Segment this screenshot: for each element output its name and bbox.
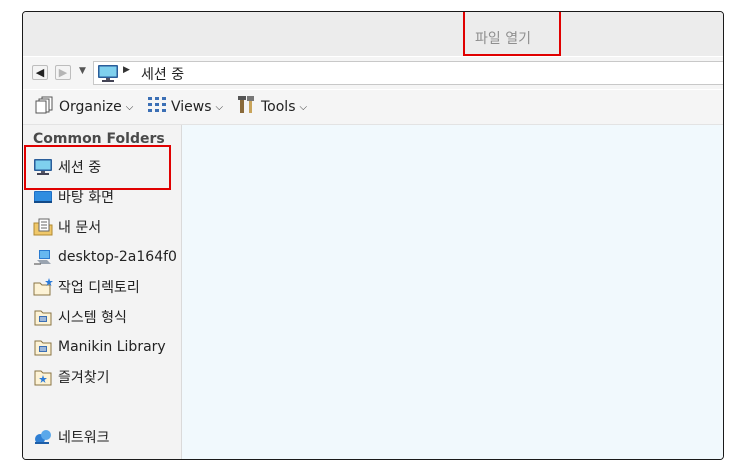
- sidebar-item-desktop[interactable]: 바탕 화면: [33, 186, 114, 208]
- sidebar-item-network[interactable]: 네트워크: [33, 426, 110, 448]
- organize-button[interactable]: Organize ⌵: [35, 96, 133, 118]
- views-icon: [147, 96, 167, 118]
- sidebar-item-label: 즐겨찾기: [58, 370, 110, 386]
- sidebar-item-working-directory[interactable]: 작업 디렉토리: [33, 276, 140, 298]
- monitor-icon: [33, 158, 53, 176]
- sidebar-item-label: 작업 디렉토리: [58, 280, 140, 296]
- path-separator-icon: ▶: [123, 65, 130, 75]
- file-open-dialog: 파일 열기 ◀ ▶ ▼ ▶ 세션 중 Organize ⌵ Views ⌵ To…: [22, 11, 724, 460]
- sidebar-item-manikin-library[interactable]: Manikin Library: [33, 336, 166, 358]
- chevron-down-icon: ⌵: [299, 101, 308, 113]
- sidebar-item-label: 시스템 형식: [58, 310, 127, 326]
- sidebar-item-session[interactable]: 세션 중: [33, 156, 101, 178]
- window-title: 파일 열기: [475, 31, 531, 47]
- sidebar-item-label: desktop-2a164f0: [58, 249, 177, 265]
- sidebar-item-label: 내 문서: [58, 220, 102, 236]
- back-button[interactable]: ◀: [32, 65, 48, 80]
- title-bar: 파일 열기: [23, 12, 723, 56]
- sidebar-item-label: 세션 중: [58, 160, 102, 176]
- file-list-pane[interactable]: [182, 125, 723, 459]
- chevron-down-icon: ⌵: [215, 101, 224, 113]
- organize-label: Organize: [59, 99, 122, 115]
- documents-icon: [33, 218, 53, 236]
- library-folder-icon: [33, 308, 53, 326]
- toolbar: Organize ⌵ Views ⌵ Tools ⌵: [23, 90, 723, 125]
- favorites-folder-icon: [33, 368, 53, 386]
- tools-label: Tools: [261, 99, 296, 115]
- network-icon: [33, 428, 53, 446]
- library-folder-icon: [33, 338, 53, 356]
- sidebar-item-label: 바탕 화면: [58, 190, 114, 206]
- views-button[interactable]: Views ⌵: [147, 96, 223, 118]
- sidebar-heading: Common Folders: [33, 131, 165, 147]
- folder-star-icon: [33, 278, 53, 296]
- desktop-icon: [33, 188, 53, 206]
- tools-icon: [237, 95, 257, 119]
- sidebar-item-favorites[interactable]: 즐겨찾기: [33, 366, 110, 388]
- sidebar-item-system-format[interactable]: 시스템 형식: [33, 306, 127, 328]
- address-bar: ◀ ▶ ▼ ▶ 세션 중: [23, 57, 723, 89]
- sidebar-item-computer[interactable]: desktop-2a164f0: [33, 246, 177, 268]
- sidebar: Common Folders 세션 중 바탕 화면 내 문서 desktop-2…: [23, 125, 182, 459]
- sidebar-item-label: 네트워크: [58, 430, 110, 446]
- address-field[interactable]: ▶ 세션 중: [93, 61, 723, 87]
- computer-network-icon: [33, 248, 53, 266]
- forward-button[interactable]: ▶: [55, 65, 71, 80]
- sidebar-item-label: Manikin Library: [58, 339, 166, 355]
- organize-icon: [35, 96, 55, 118]
- chevron-down-icon: ⌵: [125, 101, 134, 113]
- tools-button[interactable]: Tools ⌵: [237, 96, 307, 118]
- history-dropdown-icon[interactable]: ▼: [79, 66, 86, 76]
- views-label: Views: [171, 99, 212, 115]
- sidebar-item-my-documents[interactable]: 내 문서: [33, 216, 101, 238]
- address-path[interactable]: 세션 중: [141, 64, 184, 84]
- monitor-icon: [97, 64, 119, 87]
